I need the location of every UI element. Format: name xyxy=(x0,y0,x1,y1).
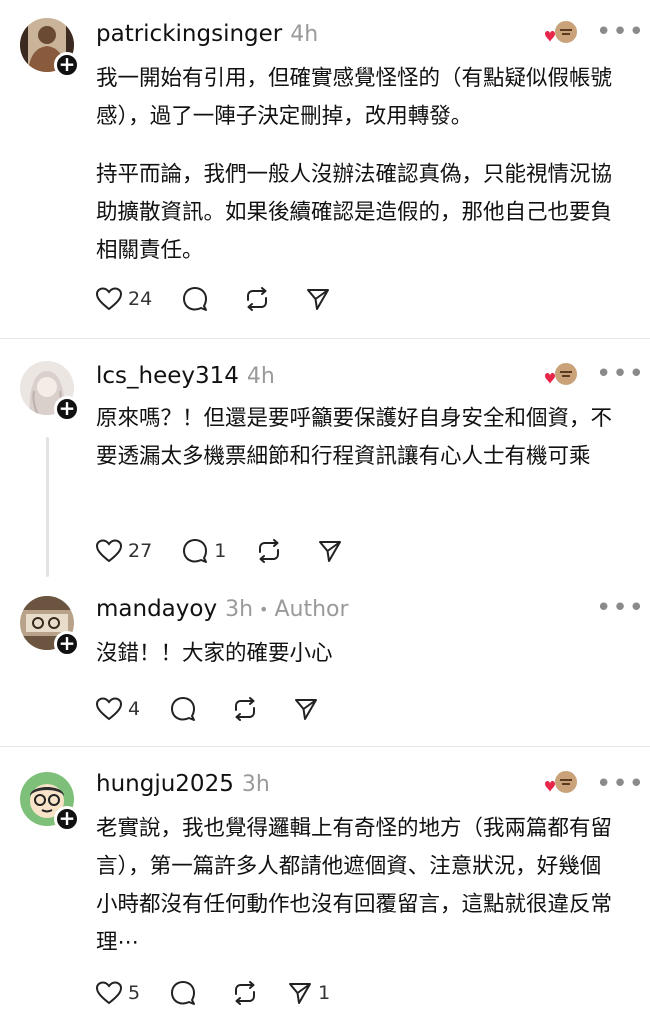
comment-paragraph: 原來嗎？！但還是要呼籲要保護好自身安全和個資，不要透漏太多機票細節和行程資訊讓有… xyxy=(96,406,613,469)
like-count: 5 xyxy=(128,982,141,1004)
repost-icon xyxy=(259,539,280,563)
repost-button[interactable] xyxy=(244,287,276,311)
share-button[interactable] xyxy=(294,697,324,721)
comment-text: 原來嗎？！但還是要呼籲要保護好自身安全和個資，不要透漏太多機票細節和行程資訊讓有… xyxy=(96,400,616,496)
follow-plus-icon[interactable]: + xyxy=(54,806,80,832)
repost-icon xyxy=(235,981,256,1005)
share-button[interactable] xyxy=(318,539,348,563)
comment-paragraph: 沒錯！！大家的確要小心 xyxy=(96,641,333,666)
username[interactable]: mandayoy xyxy=(96,596,217,622)
liked-by-author-icon xyxy=(542,360,582,392)
comment-header: mandayoy 3h • Author xyxy=(96,591,349,627)
liked-by-author-icon xyxy=(542,768,582,800)
comment-header: patrickingsinger 4h xyxy=(96,16,318,52)
send-icon xyxy=(289,983,312,1004)
username[interactable]: patrickingsinger xyxy=(96,21,282,47)
action-bar: 24 xyxy=(96,284,366,314)
more-icon[interactable]: ••• xyxy=(596,595,645,621)
more-icon[interactable]: ••• xyxy=(596,361,645,387)
divider xyxy=(0,746,650,747)
more-icon[interactable]: ••• xyxy=(596,19,645,45)
heart-icon xyxy=(96,697,122,721)
repost-button[interactable] xyxy=(256,539,288,563)
comment-paragraph: 老實說，我也覺得邏輯上有奇怪的地方（我兩篇都有留言），第一篇許多人都請他遮個資、… xyxy=(96,816,613,955)
username[interactable]: lcs_heey314 xyxy=(96,363,239,389)
repost-icon xyxy=(247,287,268,311)
comment-text: 老實說，我也覺得邏輯上有奇怪的地方（我兩篇都有留言），第一篇許多人都請他遮個資、… xyxy=(96,810,616,982)
author-badge: Author xyxy=(274,596,349,622)
comment-text: 我一開始有引用，但確實感覺怪怪的（有點疑似假帳號感），過了一陣子決定刪掉，改用轉… xyxy=(96,60,616,290)
send-icon xyxy=(319,541,342,562)
repost-icon xyxy=(235,697,256,721)
heart-icon xyxy=(96,539,122,563)
send-icon xyxy=(307,289,330,310)
timestamp: 3h xyxy=(241,771,270,797)
share-button[interactable]: 1 xyxy=(288,981,330,1005)
comment-icon xyxy=(183,539,208,563)
repost-button[interactable] xyxy=(232,981,258,1005)
action-bar: 4 xyxy=(96,694,354,724)
separator-dot: • xyxy=(259,599,269,619)
share-count: 1 xyxy=(318,982,331,1004)
like-count: 4 xyxy=(128,698,141,720)
like-button[interactable]: 5 xyxy=(96,981,140,1005)
like-count: 27 xyxy=(128,540,153,562)
like-button[interactable]: 4 xyxy=(96,697,140,721)
more-icon[interactable]: ••• xyxy=(596,771,645,797)
reply-button[interactable] xyxy=(170,696,202,722)
timestamp: 3h xyxy=(225,596,254,622)
like-button[interactable]: 27 xyxy=(96,539,152,563)
heart-icon xyxy=(96,287,122,311)
share-button[interactable] xyxy=(306,287,336,311)
follow-plus-icon[interactable]: + xyxy=(54,631,80,657)
repost-button[interactable] xyxy=(232,697,264,721)
timestamp: 4h xyxy=(246,363,275,389)
comment-icon xyxy=(171,697,196,721)
divider xyxy=(0,338,650,339)
comment-paragraph: 持平而論，我們一般人沒辦法確認真偽，只能視情況協助擴散資訊。如果後續確認是造假的… xyxy=(96,162,613,263)
like-count: 24 xyxy=(128,288,153,310)
comment-header: lcs_heey314 4h xyxy=(96,358,275,394)
send-icon xyxy=(295,699,318,720)
reply-count: 1 xyxy=(214,540,227,562)
timestamp: 4h xyxy=(290,21,319,47)
thread-line xyxy=(46,437,49,577)
username[interactable]: hungju2025 xyxy=(96,771,234,797)
follow-plus-icon[interactable]: + xyxy=(54,52,80,78)
comment-icon xyxy=(183,287,208,311)
comment-icon xyxy=(171,981,196,1005)
comment-text: 沒錯！！大家的確要小心 xyxy=(96,635,616,693)
comment-header: hungju2025 3h xyxy=(96,766,270,802)
reply-button[interactable] xyxy=(170,980,202,1006)
follow-plus-icon[interactable]: + xyxy=(54,396,80,422)
action-bar: 27 1 xyxy=(96,536,378,566)
action-bar: 5 1 xyxy=(96,978,360,1008)
heart-icon xyxy=(96,981,122,1005)
liked-by-author-icon xyxy=(542,18,582,50)
comment-paragraph: 我一開始有引用，但確實感覺怪怪的（有點疑似假帳號感），過了一陣子決定刪掉，改用轉… xyxy=(96,66,613,129)
reply-button[interactable] xyxy=(182,286,214,312)
reply-button[interactable]: 1 xyxy=(182,538,226,564)
like-button[interactable]: 24 xyxy=(96,287,152,311)
